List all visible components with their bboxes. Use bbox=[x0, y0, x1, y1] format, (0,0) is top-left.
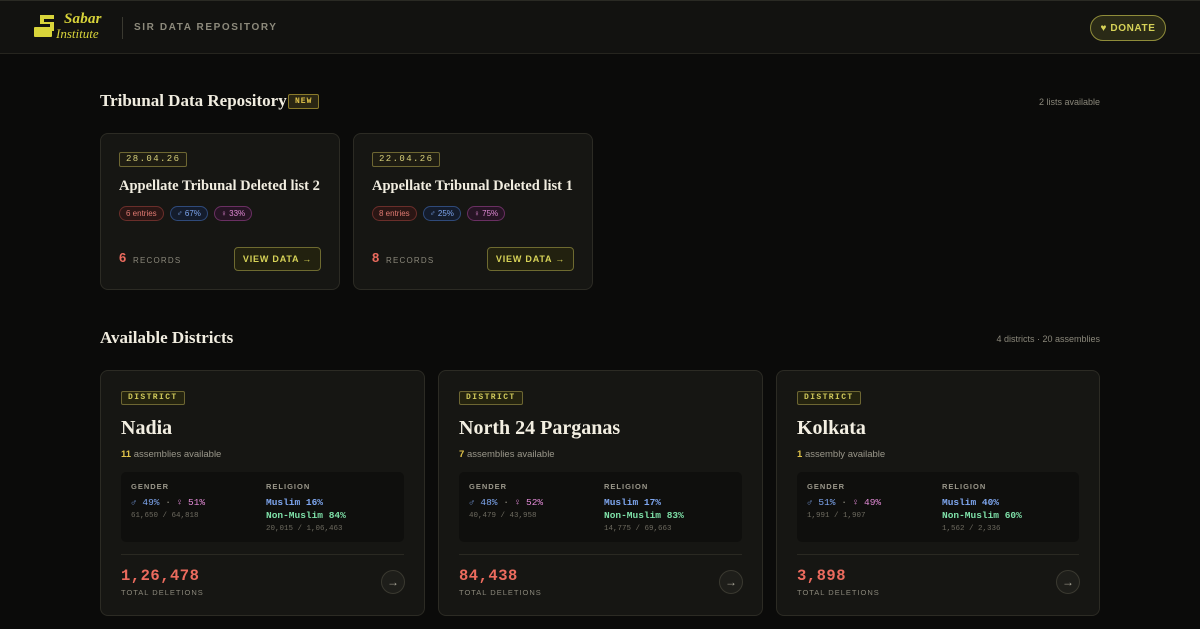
gender-stats: GENDER ♂ 49% · ♀ 51% 61,650 / 64,818 bbox=[131, 482, 205, 520]
religion-stats: RELIGION Muslim 40% Non-Muslim 60% 1,562… bbox=[942, 482, 1022, 533]
total-deletions-label: TOTAL DELETIONS bbox=[121, 588, 204, 597]
entries-pill: 6 entries bbox=[119, 206, 164, 221]
female-percent: ♀ 49% bbox=[852, 497, 882, 508]
sabar-institute-logo[interactable]: Sabar Institute bbox=[34, 11, 112, 43]
tribunal-section-title: Tribunal Data Repository bbox=[100, 91, 287, 110]
gender-heading: GENDER bbox=[807, 482, 846, 491]
total-deletions: 84,438 bbox=[459, 567, 518, 585]
gender-stats: GENDER ♂ 51% · ♀ 49% 1,991 / 1,907 bbox=[807, 482, 881, 520]
date-chip: 28.04.26 bbox=[119, 152, 188, 167]
religion-counts: 20,015 / 1,06,463 bbox=[266, 525, 343, 533]
female-percent-pill: ♀ 33% bbox=[213, 206, 253, 221]
logo-text-institute: Institute bbox=[56, 26, 99, 41]
male-percent-pill: ♂ 67% bbox=[169, 206, 208, 221]
gender-split: ♂ 49% · ♀ 51% bbox=[131, 497, 206, 508]
gender-counts: 40,479 / 43,958 bbox=[469, 512, 537, 520]
religion-counts: 1,562 / 2,336 bbox=[942, 525, 1001, 533]
tribunal-card[interactable]: 28.04.26 Appellate Tribunal Deleted list… bbox=[100, 133, 340, 290]
district-card-kolkata[interactable]: DISTRICT Kolkata 1 assembly available GE… bbox=[776, 370, 1100, 616]
gender-split: ♂ 51% · ♀ 49% bbox=[807, 497, 882, 508]
stats-pills: 8 entries ♂ 25% ♀ 75% bbox=[372, 206, 506, 221]
districts-section-title: Available Districts bbox=[100, 328, 234, 347]
male-percent-pill: ♂ 25% bbox=[422, 206, 461, 221]
gender-counts: 1,991 / 1,907 bbox=[807, 512, 866, 520]
assembly-count: 1 bbox=[797, 449, 803, 460]
view-data-button[interactable]: VIEW DATA → bbox=[487, 247, 574, 271]
card-divider bbox=[459, 554, 742, 555]
stats-box: GENDER ♂ 51% · ♀ 49% 1,991 / 1,907 RELIG… bbox=[797, 472, 1079, 542]
open-district-arrow-icon[interactable]: → bbox=[719, 570, 743, 594]
religion-stats: RELIGION Muslim 16% Non-Muslim 84% 20,01… bbox=[266, 482, 346, 533]
assembly-count: 7 bbox=[459, 449, 465, 460]
religion-heading: RELIGION bbox=[604, 482, 649, 491]
assembly-text: assemblies available bbox=[133, 449, 222, 460]
open-district-arrow-icon[interactable]: → bbox=[1056, 570, 1080, 594]
date-chip: 22.04.26 bbox=[372, 152, 441, 167]
religion-stats: RELIGION Muslim 17% Non-Muslim 83% 14,77… bbox=[604, 482, 684, 533]
religion-heading: RELIGION bbox=[266, 482, 311, 491]
assembly-text: assembly available bbox=[804, 449, 886, 460]
records-count: 8 bbox=[372, 250, 380, 265]
muslim-percent: Muslim 40% bbox=[942, 497, 1000, 508]
header-divider bbox=[122, 17, 123, 39]
muslim-percent: Muslim 17% bbox=[604, 497, 662, 508]
total-deletions: 1,26,478 bbox=[121, 567, 200, 585]
assembly-count: 11 bbox=[121, 449, 132, 460]
total-deletions: 3,898 bbox=[797, 567, 847, 585]
district-card-nadia[interactable]: DISTRICT Nadia 11 assemblies available G… bbox=[100, 370, 425, 616]
records-count: 6 bbox=[119, 250, 127, 265]
app-title: SIR DATA REPOSITORY bbox=[134, 22, 278, 33]
assemblies-available: 1 assembly available bbox=[797, 449, 885, 460]
open-district-arrow-icon[interactable]: → bbox=[381, 570, 405, 594]
card-divider bbox=[797, 554, 1079, 555]
female-percent: ♀ 51% bbox=[176, 497, 206, 508]
stats-box: GENDER ♂ 48% · ♀ 52% 40,479 / 43,958 REL… bbox=[459, 472, 742, 542]
records-label: RECORDS bbox=[386, 256, 435, 265]
tribunal-card[interactable]: 22.04.26 Appellate Tribunal Deleted list… bbox=[353, 133, 593, 290]
male-percent: ♂ 48% bbox=[469, 497, 498, 508]
gender-heading: GENDER bbox=[469, 482, 508, 491]
tribunal-card-title: Appellate Tribunal Deleted list 2 bbox=[119, 178, 320, 194]
non-muslim-percent: Non-Muslim 60% bbox=[942, 510, 1022, 521]
entries-pill: 8 entries bbox=[372, 206, 417, 221]
district-card-north-24-parganas[interactable]: DISTRICT North 24 Parganas 7 assemblies … bbox=[438, 370, 763, 616]
male-percent: ♂ 49% bbox=[131, 497, 160, 508]
new-badge: NEW bbox=[288, 94, 320, 109]
non-muslim-percent: Non-Muslim 83% bbox=[604, 510, 684, 521]
non-muslim-percent: Non-Muslim 84% bbox=[266, 510, 346, 521]
stats-pills: 6 entries ♂ 67% ♀ 33% bbox=[119, 206, 253, 221]
view-data-button[interactable]: VIEW DATA → bbox=[234, 247, 321, 271]
assemblies-available: 7 assemblies available bbox=[459, 449, 555, 460]
assemblies-available: 11 assemblies available bbox=[121, 449, 221, 460]
top-navbar: Sabar Institute SIR DATA REPOSITORY ♥ DO… bbox=[0, 0, 1200, 54]
gender-split: ♂ 48% · ♀ 52% bbox=[469, 497, 544, 508]
district-name: Nadia bbox=[121, 417, 173, 439]
gender-stats: GENDER ♂ 48% · ♀ 52% 40,479 / 43,958 bbox=[469, 482, 543, 520]
total-deletions-label: TOTAL DELETIONS bbox=[797, 588, 880, 597]
assembly-text: assemblies available bbox=[466, 449, 555, 460]
total-deletions-label: TOTAL DELETIONS bbox=[459, 588, 542, 597]
district-chip: DISTRICT bbox=[121, 391, 185, 405]
muslim-percent: Muslim 16% bbox=[266, 497, 324, 508]
male-percent: ♂ 51% bbox=[807, 497, 836, 508]
donate-button[interactable]: ♥ DONATE bbox=[1090, 15, 1166, 41]
district-chip: DISTRICT bbox=[797, 391, 861, 405]
religion-counts: 14,775 / 69,663 bbox=[604, 525, 672, 533]
tribunal-list-count: 2 lists available bbox=[1038, 97, 1100, 107]
stats-box: GENDER ♂ 49% · ♀ 51% 61,650 / 64,818 REL… bbox=[121, 472, 404, 542]
districts-count: 4 districts · 20 assemblies bbox=[996, 334, 1100, 344]
district-name: North 24 Parganas bbox=[459, 417, 621, 439]
district-name: Kolkata bbox=[797, 417, 866, 439]
religion-heading: RELIGION bbox=[942, 482, 987, 491]
gender-counts: 61,650 / 64,818 bbox=[131, 512, 199, 520]
gender-heading: GENDER bbox=[131, 482, 170, 491]
card-divider bbox=[121, 554, 404, 555]
female-percent: ♀ 52% bbox=[514, 497, 544, 508]
district-chip: DISTRICT bbox=[459, 391, 523, 405]
tribunal-card-title: Appellate Tribunal Deleted list 1 bbox=[372, 178, 573, 194]
female-percent-pill: ♀ 75% bbox=[466, 206, 506, 221]
records-label: RECORDS bbox=[133, 256, 182, 265]
